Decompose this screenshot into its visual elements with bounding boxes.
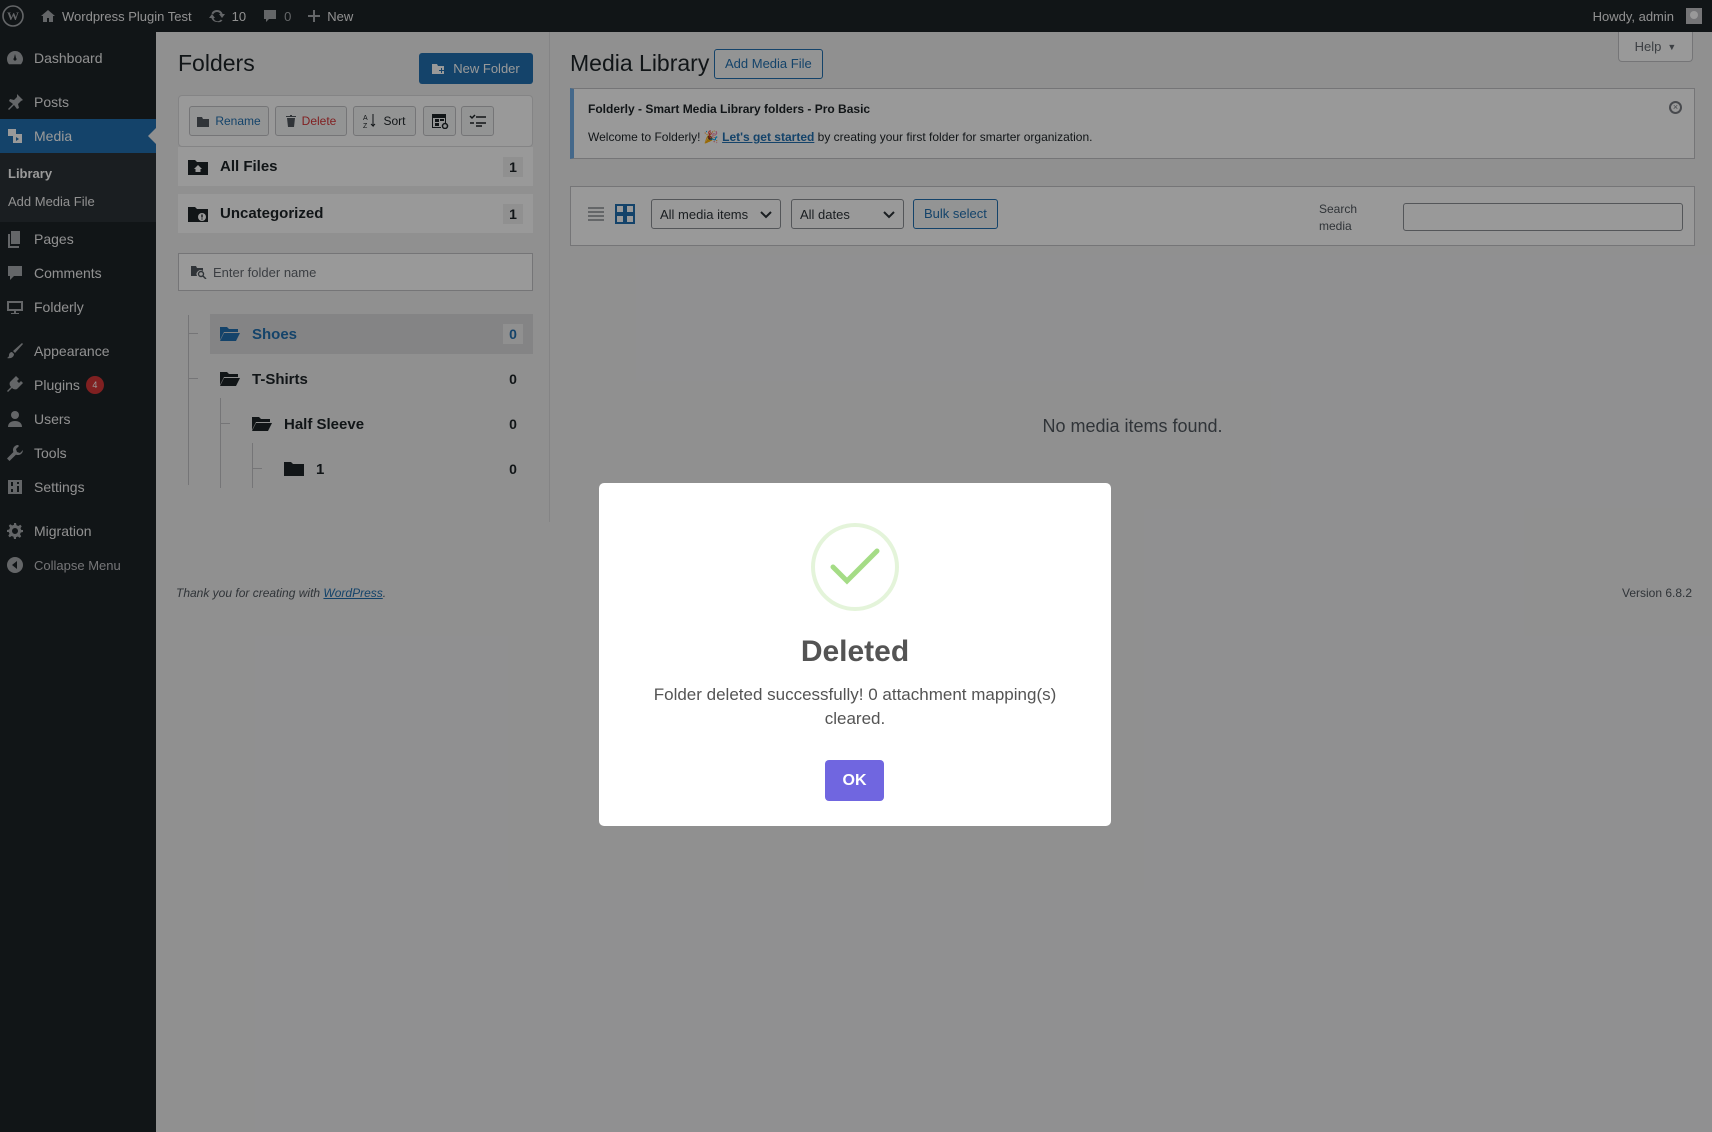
checkmark-icon [830,548,880,585]
dialog-message: Folder deleted successfully! 0 attachmen… [653,685,1057,728]
dialog-title: Deleted [800,635,910,668]
ok-button[interactable]: OK [825,760,884,801]
success-dialog: Deleted Folder deleted successfully! 0 a… [599,483,1111,826]
success-check-icon [811,523,899,611]
